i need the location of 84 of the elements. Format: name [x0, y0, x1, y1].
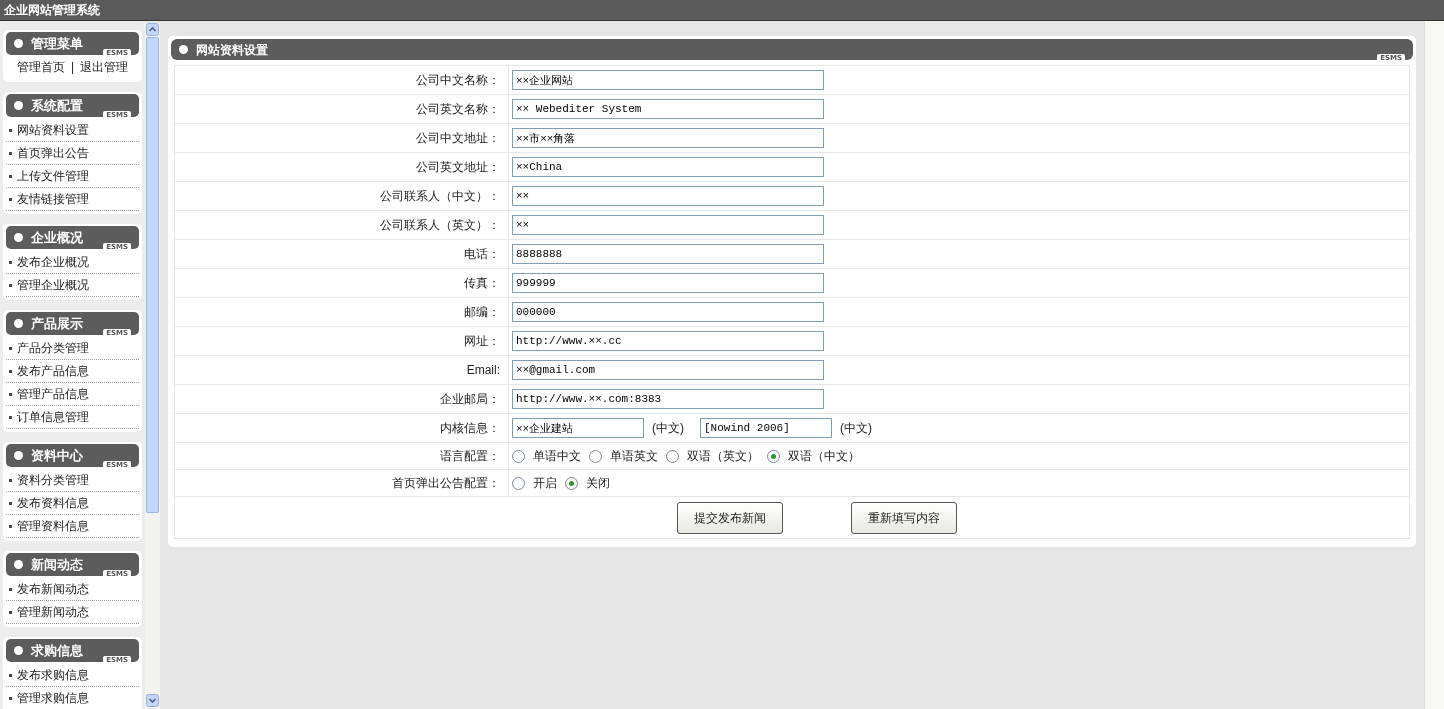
input-field[interactable]: ×× Webediter System — [512, 99, 824, 119]
input-field[interactable]: ××企业建站 — [512, 418, 644, 438]
menu-item[interactable]: 管理求购信息 — [6, 687, 139, 709]
field-label: 邮编： — [464, 304, 500, 321]
bullet-icon — [14, 233, 23, 242]
menu-item[interactable]: 管理新闻动态 — [6, 601, 139, 624]
field-note: (中文) — [840, 420, 873, 437]
field-label: 语言配置： — [440, 448, 500, 465]
field-label: 企业邮局： — [440, 391, 500, 408]
field-label: 公司联系人（中文）： — [380, 188, 500, 205]
bullet-icon — [14, 451, 23, 460]
menu-item[interactable]: 首页弹出公告 — [6, 142, 139, 165]
input-field[interactable]: ×× — [512, 215, 824, 235]
menu-item[interactable]: 友情链接管理 — [6, 188, 139, 211]
field-label: 首页弹出公告配置： — [392, 475, 500, 492]
form-button[interactable]: 重新填写内容 — [851, 501, 957, 534]
menu-link[interactable]: 退出管理 — [80, 58, 129, 76]
section-title: 管理菜单 — [31, 37, 83, 50]
field-label: 公司中文名称： — [416, 72, 500, 89]
menu-item[interactable]: 网站资料设置 — [6, 119, 139, 142]
field-label: Email: — [466, 362, 500, 379]
radio-button[interactable] — [589, 449, 602, 463]
field-label: 公司联系人（英文）： — [380, 217, 500, 234]
field-label: 传真： — [464, 275, 500, 292]
menu-item[interactable]: 管理企业概况 — [6, 274, 139, 297]
input-field[interactable]: ××China — [512, 157, 824, 177]
radio-label: 关闭 — [586, 475, 610, 492]
bullet-icon — [14, 101, 23, 110]
input-field[interactable]: [Nowind 2006] — [700, 418, 832, 438]
section-title: 企业概况 — [31, 231, 83, 244]
menu-item[interactable]: 上传文件管理 — [6, 165, 139, 188]
radio-label: 开启 — [533, 475, 557, 492]
menu-link[interactable]: 管理首页 — [16, 58, 65, 76]
bullet-icon — [179, 45, 188, 54]
radio-label: 双语（中文） — [788, 448, 860, 465]
input-field[interactable]: ××企业网站 — [512, 70, 824, 90]
input-field[interactable]: 8888888 — [512, 244, 824, 264]
input-field[interactable]: 000000 — [512, 302, 824, 322]
input-field[interactable]: ××市××角落 — [512, 128, 824, 148]
bullet-icon — [14, 560, 23, 569]
panel-title: 网站资料设置 — [196, 41, 268, 59]
menu-item[interactable]: 发布资料信息 — [6, 492, 139, 515]
section-title: 产品展示 — [31, 317, 83, 330]
field-label: 电话： — [464, 246, 500, 263]
radio-label: 单语英文 — [610, 448, 658, 465]
input-field[interactable]: http://www.××.cc — [512, 331, 824, 351]
section-title: 求购信息 — [31, 644, 83, 657]
window-title: 企业网站管理系统 — [4, 2, 100, 19]
field-label: 公司中文地址： — [416, 130, 500, 147]
input-field[interactable]: ××@gmail.com — [512, 360, 824, 380]
input-field[interactable]: http://www.××.com:8383 — [512, 389, 824, 409]
field-note: (中文) — [652, 420, 685, 437]
radio-button[interactable] — [666, 449, 679, 463]
menu-item[interactable]: 管理资料信息 — [6, 515, 139, 538]
radio-label: 单语中文 — [533, 448, 581, 465]
radio-button[interactable] — [512, 476, 525, 490]
field-label: 公司英文地址： — [416, 159, 500, 176]
menu-item[interactable]: 发布求购信息 — [6, 664, 139, 687]
section-title: 系统配置 — [31, 99, 83, 112]
menu-item[interactable]: 发布企业概况 — [6, 251, 139, 274]
menu-item[interactable]: 发布新闻动态 — [6, 578, 139, 601]
bullet-icon — [14, 319, 23, 328]
field-label: 内核信息： — [440, 420, 500, 437]
radio-button[interactable] — [565, 476, 578, 490]
bullet-icon — [14, 39, 23, 48]
section-title: 资料中心 — [31, 449, 83, 462]
radio-label: 双语（英文） — [687, 448, 759, 465]
menu-item[interactable]: 产品分类管理 — [6, 337, 139, 360]
menu-item[interactable]: 发布产品信息 — [6, 360, 139, 383]
menu-item[interactable]: 订单信息管理 — [6, 406, 139, 429]
field-label: 网址： — [464, 333, 500, 350]
radio-button[interactable] — [767, 449, 780, 463]
bullet-icon — [14, 646, 23, 655]
input-field[interactable]: ×× — [512, 186, 824, 206]
input-field[interactable]: 999999 — [512, 273, 824, 293]
menu-item[interactable]: 资料分类管理 — [6, 469, 139, 492]
menu-item[interactable]: 管理产品信息 — [6, 383, 139, 406]
radio-button[interactable] — [512, 449, 525, 463]
scroll-down-icon[interactable] — [146, 694, 159, 707]
scroll-up-icon[interactable] — [146, 23, 159, 36]
link-separator: | — [70, 59, 75, 76]
section-title: 新闻动态 — [31, 558, 83, 571]
form-button[interactable]: 提交发布新闻 — [677, 501, 783, 534]
field-label: 公司英文名称： — [416, 101, 500, 118]
